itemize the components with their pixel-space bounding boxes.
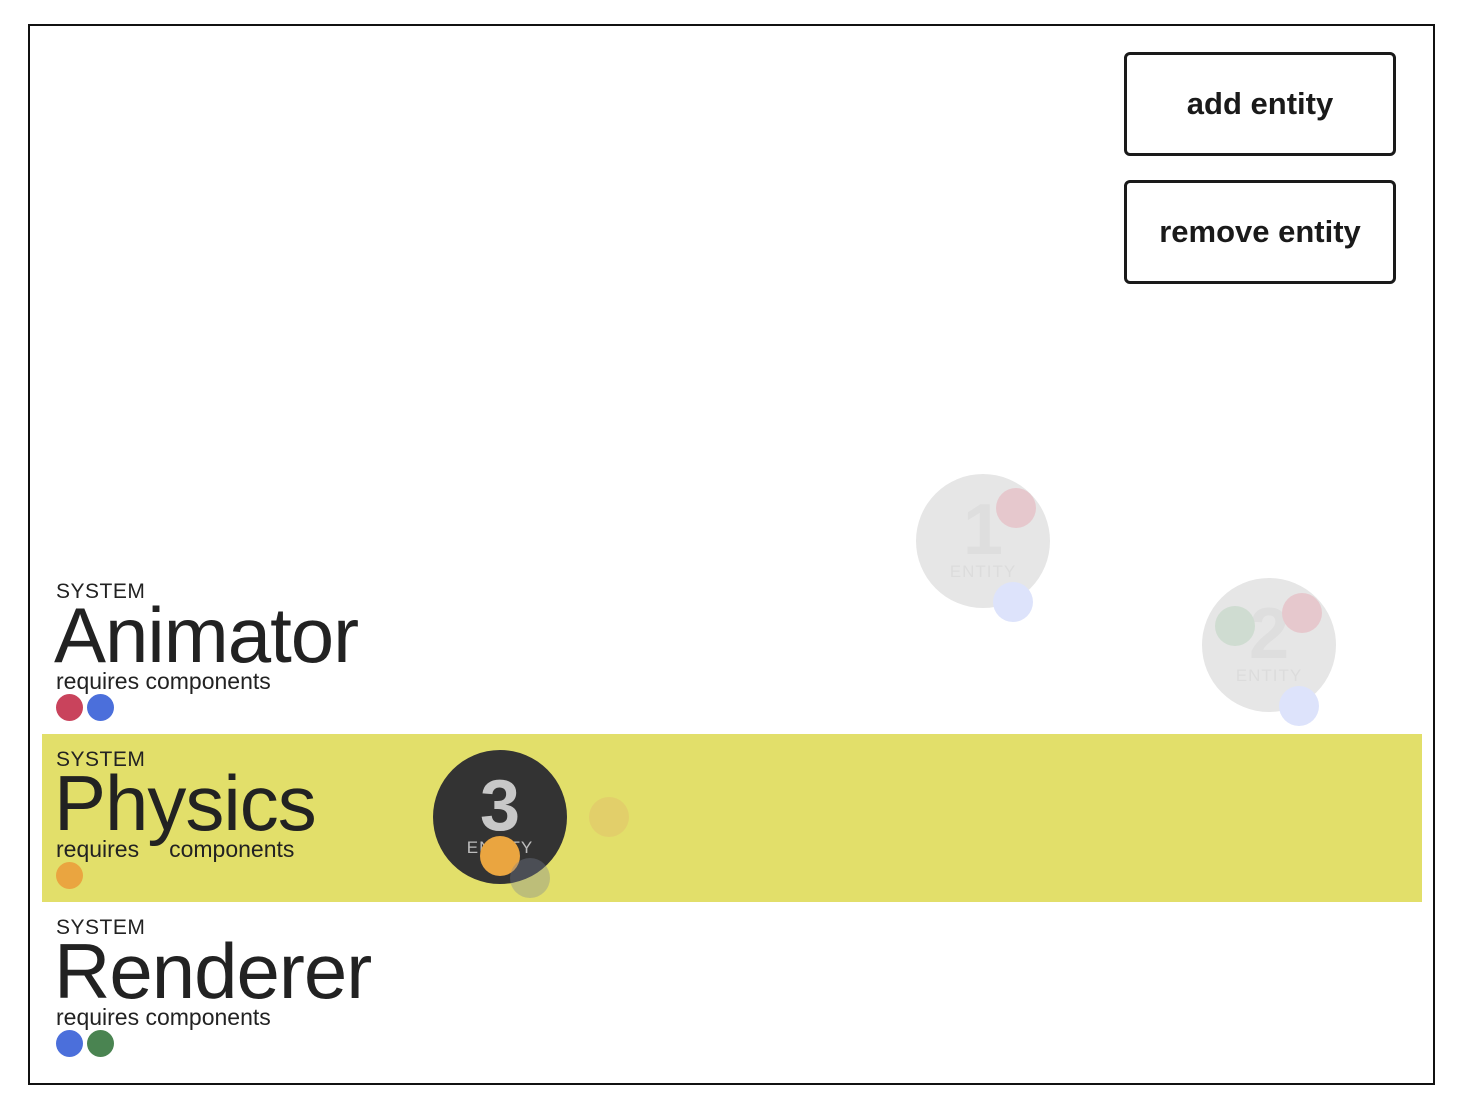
- required-components: [56, 1030, 114, 1057]
- system-physics: SYSTEM Physics requires components: [42, 734, 1422, 902]
- system-name: Physics: [54, 759, 317, 847]
- entity-2-blue-component: [1279, 686, 1319, 726]
- system-requires-label: requires components: [56, 836, 294, 863]
- system-requires-label: requires components: [56, 668, 271, 694]
- entity-2-red-component: [1282, 593, 1322, 633]
- entity-3-blue-component-ghost: [510, 858, 550, 898]
- system-requires-label: requires components: [56, 1004, 271, 1030]
- component-red-dot: [56, 694, 83, 721]
- required-components: [56, 694, 114, 721]
- system-name: Renderer: [54, 927, 372, 1015]
- component-blue-dot: [87, 694, 114, 721]
- simulation-canvas: add entity remove entity SYSTEM Animator…: [28, 24, 1435, 1085]
- entity-number: 3: [479, 766, 521, 846]
- component-blue-dot: [56, 1030, 83, 1057]
- component-green-dot: [87, 1030, 114, 1057]
- entity-2-green-component: [1215, 606, 1255, 646]
- required-components: [56, 862, 83, 889]
- entity-1-blue-component: [993, 582, 1033, 622]
- entity-label: ENTITY: [949, 562, 1017, 581]
- add-entity-button[interactable]: add entity: [1124, 52, 1396, 156]
- remove-entity-button[interactable]: remove entity: [1124, 180, 1396, 284]
- system-name: Animator: [54, 591, 359, 679]
- components-word: components: [169, 836, 295, 862]
- entity-3-ghost-component: [589, 797, 629, 837]
- system-renderer: SYSTEM Renderer requires components: [42, 902, 1422, 1070]
- entity-1-red-component: [996, 488, 1036, 528]
- component-orange-dot: [56, 862, 83, 889]
- requires-word: requires: [56, 836, 140, 862]
- entity-label: ENTITY: [1235, 666, 1303, 685]
